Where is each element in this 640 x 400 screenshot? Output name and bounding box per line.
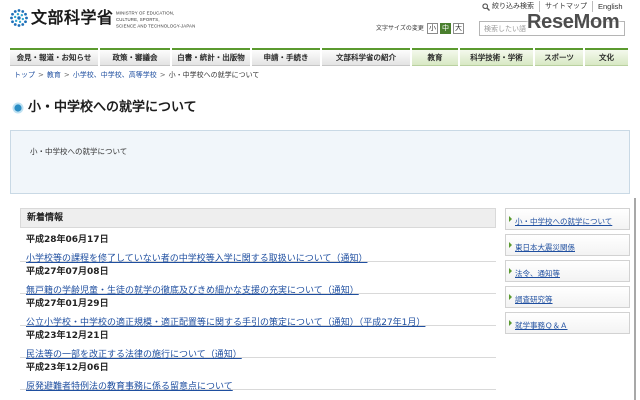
font-size-large-button[interactable]: 大 — [453, 23, 464, 34]
nav-item-press-releases[interactable]: 会見・報道・お知らせ — [10, 48, 98, 66]
news-link[interactable]: 無戸籍の学齢児童・生徒の就学の徹底及びきめ細かな支援の充実について（通知） — [26, 285, 359, 297]
site-logo-english-line: SCIENCE AND TECHNOLOGY-JAPAN — [116, 24, 196, 29]
sidebar-item-label: 就学事務Ｑ＆Ａ — [515, 321, 568, 330]
breadcrumb-link-education[interactable]: 教育 — [47, 70, 61, 80]
news-link[interactable]: 原発避難者特例法の教育事務に係る留意点について — [26, 381, 233, 393]
circle-bullet-icon — [12, 102, 24, 114]
news-item: 平成27年07月08日 無戸籍の学齢児童・生徒の就学の徹底及びきめ細かな支援の充… — [20, 262, 496, 297]
sidebar-item-label: 小・中学校への就学について — [515, 217, 613, 226]
triangle-bullet-icon — [509, 242, 512, 248]
news-date: 平成23年12月06日 — [26, 363, 109, 373]
breadcrumb-separator: > — [63, 71, 70, 79]
mext-emblem-icon[interactable] — [9, 8, 29, 28]
news-item: 平成23年12月06日 原発避難者特例法の教育事務に係る留意点について — [20, 358, 496, 393]
search-input[interactable] — [479, 21, 625, 36]
news-date: 平成27年01月29日 — [26, 299, 109, 309]
sidebar-item-label: 東日本大震災関係 — [515, 243, 575, 252]
page-edge-shadow — [634, 198, 636, 400]
news-link[interactable]: 民法等の一部を改正する法律の施行について（通知） — [26, 349, 242, 361]
utility-links: 絞り込み検索 サイトマップ English — [482, 1, 623, 12]
news-date: 平成28年06月17日 — [26, 235, 109, 245]
font-size-label: 文字サイズの変更 — [376, 25, 424, 32]
nav-item-applications[interactable]: 申請・手続き — [252, 48, 320, 66]
triangle-bullet-icon — [509, 216, 512, 222]
font-size-small-button[interactable]: 小 — [427, 23, 438, 34]
sidebar-item-laws-notices[interactable]: 法令、通知等 — [505, 260, 630, 282]
intro-text: 小・中学校への就学について — [30, 147, 128, 156]
triangle-bullet-icon — [509, 320, 512, 326]
breadcrumb-link-top[interactable]: トップ — [14, 70, 35, 80]
breadcrumb-separator: > — [159, 71, 166, 79]
breadcrumb-separator: > — [38, 71, 44, 79]
site-logo-text[interactable]: 文部科学省 — [31, 8, 114, 28]
triangle-bullet-icon — [509, 294, 512, 300]
breadcrumb-current: 小・中学校への就学について — [168, 71, 260, 79]
news-item: 平成23年12月21日 民法等の一部を改正する法律の施行について（通知） — [20, 326, 496, 361]
font-size-medium-button[interactable]: 中 — [440, 23, 451, 34]
sitemap-link[interactable]: サイトマップ — [539, 1, 592, 12]
sidebar-item-faq[interactable]: 就学事務Ｑ＆Ａ — [505, 312, 630, 334]
news-link[interactable]: 小学校等の課程を修了していない者の中学校等入学に関する取扱いについて（通知） — [26, 253, 367, 265]
news-date: 平成27年07月08日 — [26, 267, 109, 277]
news-item: 平成27年01月29日 公立小学校・中学校の適正規模・適正配置等に関する手引の策… — [20, 294, 496, 329]
sidebar-item-label: 法令、通知等 — [515, 269, 560, 278]
intro-box: 小・中学校への就学について — [10, 130, 630, 194]
refine-search-link[interactable]: 絞り込み検索 — [482, 1, 539, 12]
breadcrumb-link-schools[interactable]: 小学校、中学校、高等学校 — [73, 70, 157, 80]
news-item: 平成28年06月17日 小学校等の課程を修了していない者の中学校等入学に関する取… — [20, 230, 496, 265]
sidebar-item-label: 調査研究等 — [515, 295, 553, 304]
news-section: 新着情報 平成28年06月17日 小学校等の課程を修了していない者の中学校等入学… — [20, 208, 496, 393]
nav-item-policy-councils[interactable]: 政策・審議会 — [100, 48, 170, 66]
nav-item-science-technology[interactable]: 科学技術・学術 — [460, 48, 533, 66]
breadcrumb: トップ > 教育 > 小学校、中学校、高等学校 > 小・中学校への就学について — [14, 70, 259, 80]
global-nav: 会見・報道・お知らせ 政策・審議会 白書・統計・出版物 申請・手続き 文部科学省… — [10, 48, 630, 66]
news-date: 平成23年12月21日 — [26, 331, 109, 341]
font-size-switcher: 小 中 大 — [427, 23, 464, 34]
nav-item-sports[interactable]: スポーツ — [535, 48, 583, 66]
triangle-bullet-icon — [509, 268, 512, 274]
nav-item-about-mext[interactable]: 文部科学省の紹介 — [322, 48, 410, 66]
page: { "header": { "site_name": "文部科学省", "sit… — [0, 0, 640, 400]
nav-item-culture[interactable]: 文化 — [585, 48, 628, 66]
mext-emblem-graphic — [10, 9, 28, 27]
refine-search-label: 絞り込み検索 — [492, 2, 534, 10]
news-heading: 新着情報 — [20, 208, 496, 228]
sidebar-item-enrollment[interactable]: 小・中学校への就学について — [505, 208, 630, 230]
news-link[interactable]: 公立小学校・中学校の適正規模・適正配置等に関する手引の策定について（通知）（平成… — [26, 317, 425, 329]
nav-item-white-papers-statistics[interactable]: 白書・統計・出版物 — [172, 48, 250, 66]
english-link[interactable]: English — [592, 1, 623, 12]
site-logo-english: MINISTRY OF EDUCATION, CULTURE, SPORTS, … — [116, 11, 195, 30]
sidebar-item-research[interactable]: 調査研究等 — [505, 286, 630, 308]
nav-item-education[interactable]: 教育 — [412, 48, 458, 66]
page-title: 小・中学校への就学について — [28, 100, 197, 115]
search-icon — [482, 2, 490, 11]
sidebar-item-earthquake[interactable]: 東日本大震災関係 — [505, 234, 630, 256]
sidebar-nav: 小・中学校への就学について 東日本大震災関係 法令、通知等 調査研究等 就学事務… — [505, 208, 630, 334]
